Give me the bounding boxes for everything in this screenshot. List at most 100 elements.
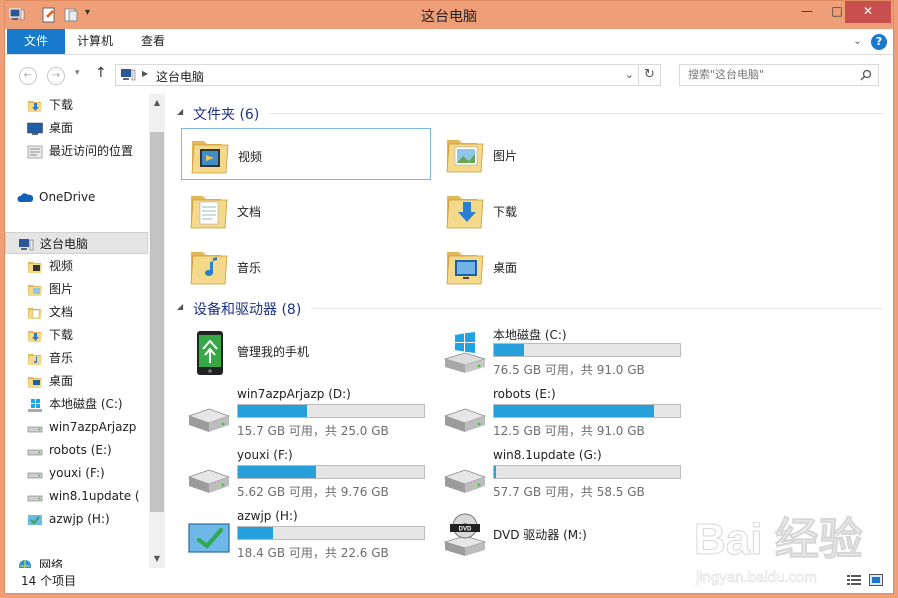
sidebar-item-14[interactable]: youxi (F:) <box>5 462 148 484</box>
back-button[interactable]: ← <box>19 67 37 85</box>
sidebar-item-label: OneDrive <box>39 190 96 204</box>
drive-space-info: 15.7 GB 可用，共 25.0 GB <box>237 424 389 438</box>
sidebar-item-9[interactable]: 音乐 <box>5 347 148 369</box>
sidebar-item-2[interactable]: 最近访问的位置 <box>5 140 148 162</box>
folder-tile[interactable]: 下载 <box>437 184 687 236</box>
drive-usage-fill <box>494 344 524 356</box>
folder-tile[interactable]: 文档 <box>181 184 431 236</box>
recycle-drive-icon <box>27 512 43 526</box>
documents-folder-icon <box>187 188 231 232</box>
collapse-icon[interactable]: ◢ <box>177 107 183 116</box>
sidebar-item-15[interactable]: win8.1update ( <box>5 485 148 507</box>
drive-tile[interactable]: 本地磁盘 (C:) 76.5 GB 可用，共 91.0 GB <box>437 323 687 381</box>
drive-tile[interactable]: robots (E:) 12.5 GB 可用，共 91.0 GB <box>437 384 687 442</box>
device-name: DVD 驱动器 (M:) <box>493 528 587 542</box>
drive-usage-fill <box>238 466 317 478</box>
sidebar-item-label: robots (E:) <box>49 443 112 457</box>
sidebar-item-13[interactable]: robots (E:) <box>5 439 148 461</box>
sidebar-item-label: 下载 <box>49 98 74 112</box>
drive-usage-fill <box>494 405 654 417</box>
drive-icon <box>441 451 489 499</box>
address-toolbar: ← → ▾ ↑ ▶ 这台电脑 ⌄ ↻ <box>5 56 893 94</box>
drive-icon <box>27 443 43 457</box>
sidebar-item-8[interactable]: 下载 <box>5 324 148 346</box>
search-icon[interactable] <box>860 69 872 81</box>
sidebar-item-label: 最近访问的位置 <box>49 144 134 158</box>
sidebar-item-1[interactable]: 桌面 <box>5 117 148 139</box>
drive-icon <box>185 451 233 499</box>
phone-manager-tile[interactable]: 管理我的手机 <box>181 323 431 381</box>
sidebar-item-label: youxi (F:) <box>49 466 105 480</box>
download-folder-icon <box>27 328 43 342</box>
drive-tile[interactable]: youxi (F:) 5.62 GB 可用，共 9.76 GB <box>181 445 431 503</box>
sidebar-item-7[interactable]: 文档 <box>5 301 148 323</box>
minimize-button[interactable]: — <box>793 1 821 23</box>
navigation-scrollbar[interactable]: ▲ ▼ <box>149 94 165 568</box>
window-title: 这台电脑 <box>421 9 477 25</box>
search-input[interactable] <box>688 68 848 81</box>
drive-tile[interactable]: azwjp (H:) 18.4 GB 可用，共 22.6 GB <box>181 506 431 564</box>
sidebar-item-10[interactable]: 桌面 <box>5 370 148 392</box>
drive-tile[interactable]: win8.1update (G:) 57.7 GB 可用，共 58.5 GB <box>437 445 687 503</box>
drive-tile[interactable]: win7azpArjazp (D:) 15.7 GB 可用，共 25.0 GB <box>181 384 431 442</box>
sidebar-item-6[interactable]: 图片 <box>5 278 148 300</box>
tab-computer[interactable]: 计算机 <box>67 29 123 54</box>
sidebar-item-17[interactable]: 网络 <box>5 554 148 568</box>
sidebar-item-5[interactable]: 视频 <box>5 255 148 277</box>
sidebar-item-12[interactable]: win7azpArjazp <box>5 416 148 438</box>
sidebar-item-label: 桌面 <box>49 374 74 388</box>
documents-folder-icon <box>27 305 43 319</box>
scroll-up-icon[interactable]: ▲ <box>151 96 163 110</box>
address-path: 这台电脑 <box>156 70 205 84</box>
sidebar-item-3[interactable]: OneDrive <box>5 186 148 208</box>
address-bar[interactable]: ▶ 这台电脑 ⌄ <box>115 64 639 86</box>
folder-tile[interactable]: 视频 <box>181 128 431 180</box>
search-box[interactable] <box>679 64 879 86</box>
watermark-brand: Bai 经验 <box>694 515 863 564</box>
sidebar-item-label: 这台电脑 <box>40 237 89 251</box>
expand-ribbon-icon[interactable]: ⌄ <box>853 34 862 47</box>
watermark-url: jingyan.baidu.com <box>695 569 817 586</box>
sidebar-item-label: 桌面 <box>49 121 74 135</box>
drive-name: azwjp (H:) <box>237 509 298 523</box>
computer-icon <box>121 69 136 81</box>
sidebar-item-0[interactable]: 下载 <box>5 94 148 116</box>
pictures-folder-icon <box>443 132 487 176</box>
sidebar-item-label: 文档 <box>49 305 74 319</box>
sidebar-item-label: 下载 <box>49 328 74 342</box>
sidebar-item-label: 本地磁盘 (C:) <box>49 397 123 411</box>
collapse-icon[interactable]: ◢ <box>177 302 183 311</box>
recent-locations-icon[interactable]: ▾ <box>75 68 80 78</box>
drive-usage-fill <box>238 527 274 539</box>
dvd-drive-icon: DVD <box>441 512 489 560</box>
refresh-button[interactable]: ↻ <box>639 64 661 86</box>
drive-usage-bar <box>493 343 681 357</box>
close-button[interactable]: ✕ <box>845 1 891 23</box>
drive-usage-bar <box>237 465 425 479</box>
folder-tile[interactable]: 音乐 <box>181 240 431 292</box>
windows-drive-icon <box>441 329 489 377</box>
sidebar-item-label: 网络 <box>39 558 64 568</box>
tab-file[interactable]: 文件 <box>7 29 65 54</box>
group-divider <box>311 308 883 309</box>
scroll-thumb[interactable] <box>150 132 164 512</box>
recent-places-icon <box>27 144 43 159</box>
computer-icon <box>18 237 34 251</box>
tab-view[interactable]: 查看 <box>127 29 179 54</box>
drive-space-info: 5.62 GB 可用，共 9.76 GB <box>237 485 389 499</box>
address-dropdown-icon[interactable]: ⌄ <box>625 68 634 81</box>
folder-tile[interactable]: 图片 <box>437 128 687 180</box>
onedrive-cloud-icon <box>17 190 34 204</box>
music-folder-icon <box>187 244 231 288</box>
sidebar-item-11[interactable]: 本地磁盘 (C:) <box>5 393 148 415</box>
scroll-down-icon[interactable]: ▼ <box>151 552 163 566</box>
device-name: 管理我的手机 <box>237 345 310 359</box>
help-button[interactable]: ? <box>871 34 887 50</box>
forward-button[interactable]: → <box>47 67 65 85</box>
dvd-drive-tile[interactable]: DVD DVD 驱动器 (M:) <box>437 506 687 564</box>
sidebar-item-4[interactable]: 这台电脑 <box>5 232 148 254</box>
folder-tile[interactable]: 桌面 <box>437 240 687 292</box>
sidebar-item-16[interactable]: azwjp (H:) <box>5 508 148 530</box>
breadcrumb-chevron-icon: ▶ <box>142 69 149 78</box>
up-button[interactable]: ↑ <box>95 65 107 81</box>
